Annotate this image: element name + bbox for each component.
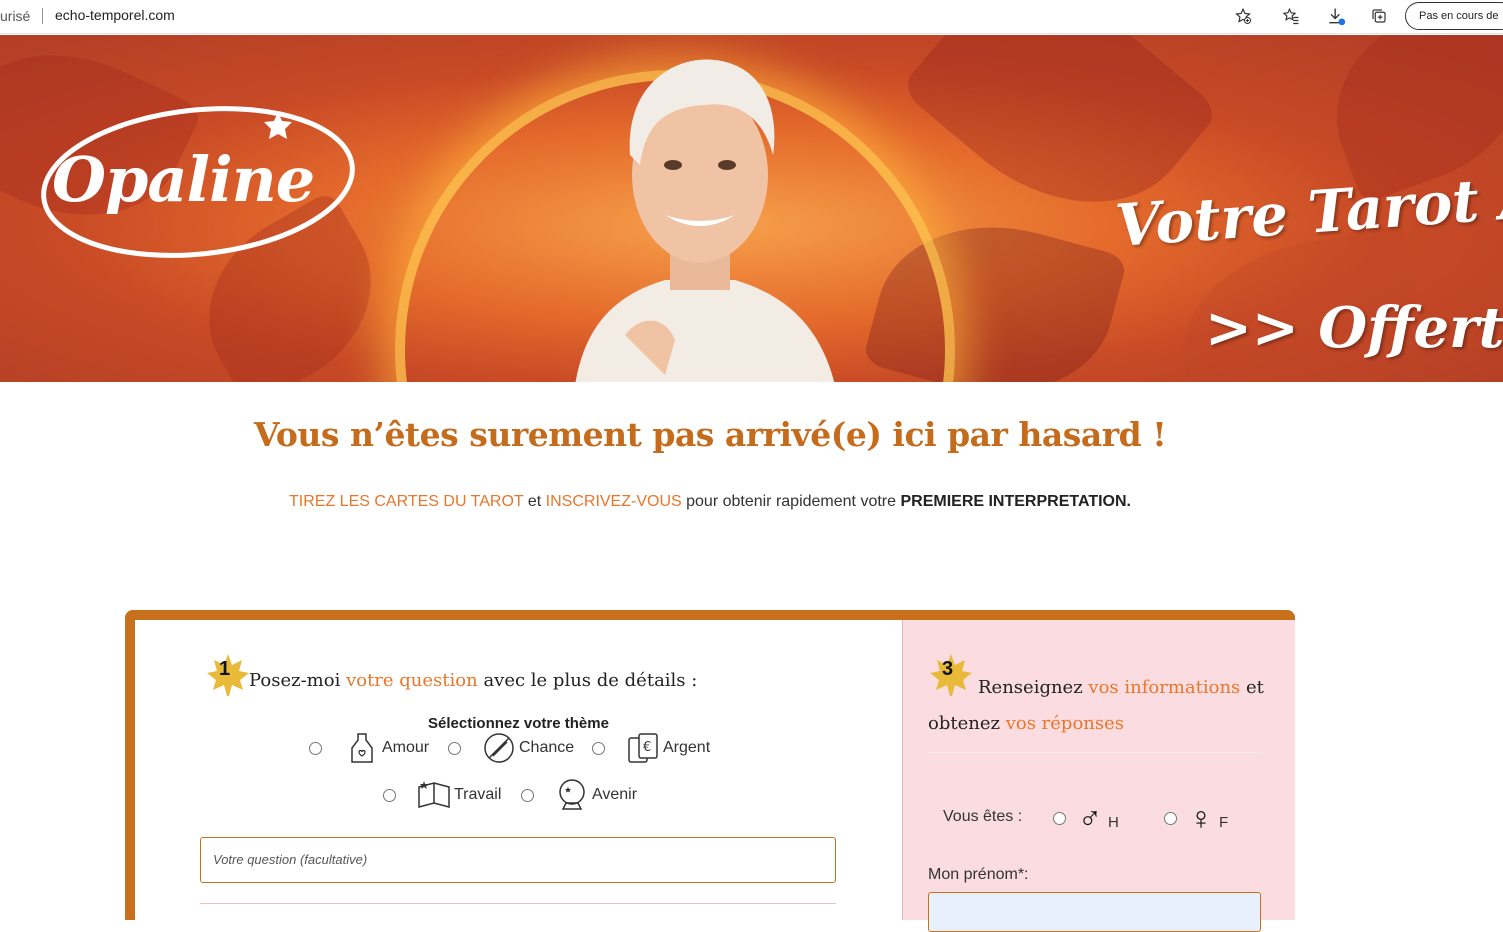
theme-radio[interactable] — [309, 741, 322, 755]
gender-label: Vous êtes : — [943, 808, 1023, 825]
clover-charm-icon — [484, 733, 514, 763]
title-text: Renseignez — [978, 677, 1089, 698]
add-favorite-icon[interactable] — [1232, 5, 1254, 27]
divider — [928, 752, 1261, 753]
page-headline: Vous n’êtes surement pas arrivé(e) ici p… — [253, 415, 1167, 454]
subheadline-bold: PREMIERE INTERPRETATION. — [900, 493, 1131, 510]
step-number: 1 — [219, 658, 231, 680]
theme-option-travail[interactable]: Travail — [383, 777, 501, 813]
theme-radio[interactable] — [592, 741, 605, 755]
psychic-portrait — [575, 59, 835, 382]
gender-radio[interactable] — [1053, 811, 1066, 825]
title-accent: vos réponses — [1005, 713, 1125, 734]
theme-label-argent: Argent — [663, 739, 711, 756]
step-1-title: Posez-moi votre question avec le plus de… — [249, 670, 697, 691]
tarot-form-card: 1 Posez-moi votre question avec le plus … — [125, 610, 1295, 932]
theme-radio[interactable] — [383, 788, 396, 802]
theme-option-avenir[interactable]: Avenir — [521, 777, 637, 813]
subheadline-text: et — [523, 493, 546, 510]
address-bar-url[interactable]: echo-temporel.com — [55, 7, 175, 23]
money-cards-icon: € — [628, 733, 658, 763]
divider — [200, 903, 836, 904]
title-accent: votre question — [346, 670, 478, 691]
page-subheadline: TIREZ LES CARTES DU TAROT et INSCRIVEZ-V… — [0, 493, 1420, 511]
crystal-ball-icon — [559, 779, 585, 810]
banner-offer: >> Offert << — [1205, 295, 1503, 361]
gender-option-female[interactable]: ♀ F — [1164, 802, 1228, 834]
svg-text:€: € — [643, 740, 651, 755]
theme-option-amour[interactable]: Amour — [309, 730, 429, 766]
theme-option-argent[interactable]: € Argent — [592, 730, 710, 766]
question-input[interactable]: Votre question (facultative) — [200, 837, 836, 883]
question-column: 1 Posez-moi votre question avec le plus … — [135, 620, 902, 920]
banner-tagline: Votre Tarot Am — [1113, 157, 1503, 261]
browser-toolbar: urisé echo-temporel.com Pas en cours de — [0, 0, 1503, 34]
female-symbol-icon: ♀ — [1189, 800, 1213, 836]
theme-radio[interactable] — [521, 788, 534, 802]
subheadline-accent: TIREZ LES CARTES DU TAROT — [289, 493, 524, 510]
gender-label-f: F — [1219, 813, 1229, 831]
address-separator — [42, 8, 43, 24]
downloads-icon[interactable] — [1325, 5, 1347, 27]
title-text: avec le plus de détails : — [477, 670, 698, 691]
open-book-icon — [418, 781, 450, 808]
theme-option-chance[interactable]: Chance — [448, 730, 574, 766]
gender-label-h: H — [1108, 813, 1119, 831]
title-accent: vos informations — [1088, 677, 1241, 698]
theme-label-avenir: Avenir — [592, 786, 638, 803]
hero-banner: Opaline Votre Tarot Am >> Offert << — [0, 35, 1503, 382]
theme-label-amour: Amour — [382, 739, 430, 756]
gender-radio[interactable] — [1164, 811, 1177, 825]
favorites-icon[interactable] — [1280, 5, 1302, 27]
step-1-badge: 1 — [205, 652, 251, 698]
subheadline-accent: INSCRIVEZ-VOUS — [545, 493, 682, 510]
step-3-title: Renseignez vos informations et obtenez v… — [928, 670, 1268, 742]
male-symbol-icon: ♂ — [1078, 800, 1102, 836]
subheadline-text: pour obtenir rapidement votre — [681, 493, 901, 510]
theme-radio[interactable] — [448, 741, 461, 755]
site-security-label[interactable]: urisé — [0, 8, 30, 24]
info-column: 3 Renseignez vos informations et obtenez… — [902, 620, 1295, 932]
collections-icon[interactable] — [1368, 5, 1390, 27]
prenom-input[interactable] — [928, 892, 1261, 932]
prenom-label: Mon prénom*: — [928, 866, 1029, 883]
potion-bottle-icon — [351, 733, 373, 763]
theme-label-travail: Travail — [454, 786, 502, 803]
theme-label-chance: Chance — [519, 739, 575, 756]
title-text: Posez-moi — [249, 670, 347, 691]
logo-text: Opaline — [52, 143, 315, 216]
gender-option-male[interactable]: ♂ H — [1053, 802, 1119, 834]
profile-button[interactable]: Pas en cours de — [1405, 2, 1503, 30]
